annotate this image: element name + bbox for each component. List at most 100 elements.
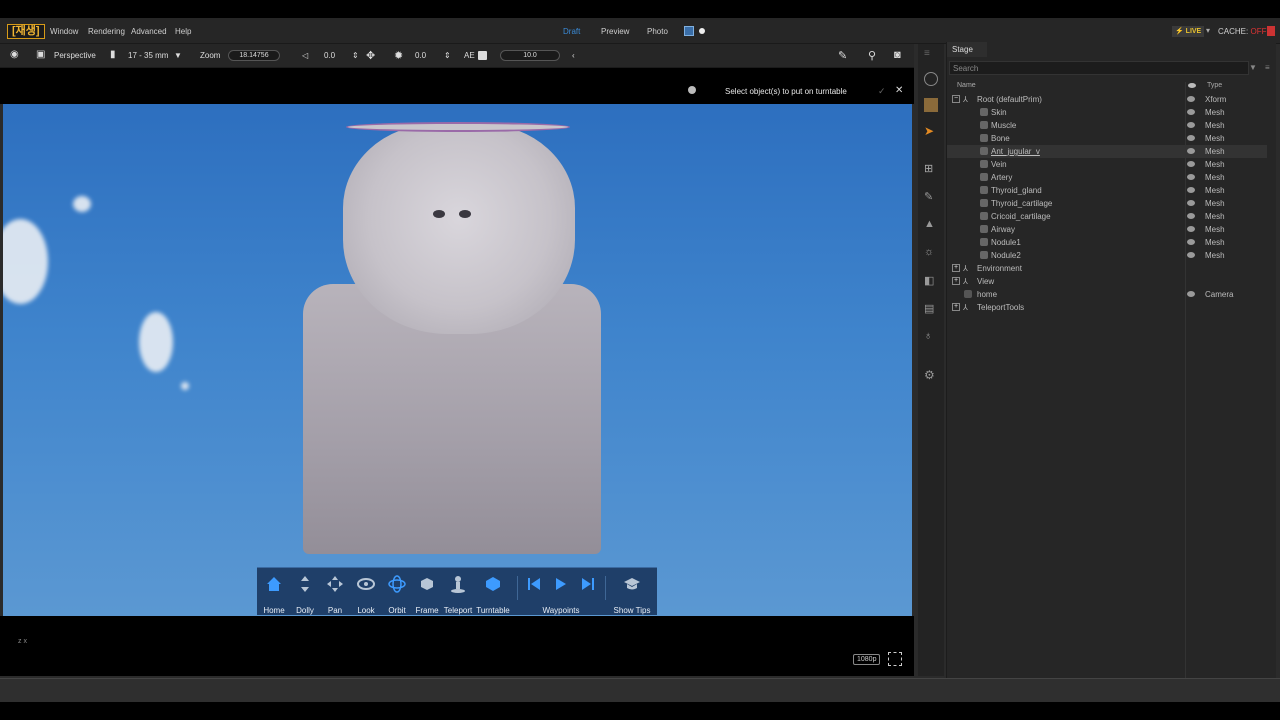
gear-icon[interactable]: ⚙: [924, 368, 938, 382]
next-waypoint-icon[interactable]: [581, 575, 595, 593]
collapse-toggle[interactable]: −: [952, 95, 960, 103]
stage-search-input[interactable]: Search: [949, 61, 1249, 75]
visibility-icon[interactable]: [1187, 135, 1195, 141]
stepper-icon[interactable]: ⇕: [352, 51, 359, 60]
col-visibility-icon[interactable]: [1188, 83, 1196, 88]
zoom-field[interactable]: 18.14756: [228, 50, 280, 61]
visibility-icon[interactable]: [1187, 96, 1195, 102]
camera-icon[interactable]: ▣: [36, 49, 45, 60]
pointer-icon[interactable]: ➤: [924, 124, 938, 138]
pin-icon[interactable]: ⚲: [868, 49, 876, 62]
cache-status[interactable]: CACHE: OFF: [1218, 27, 1266, 36]
render-settings-icon[interactable]: [684, 26, 694, 36]
speaker-icon[interactable]: ◁: [302, 51, 308, 60]
nav-orbit[interactable]: Orbit: [383, 568, 411, 616]
pen-icon[interactable]: ✎: [838, 49, 847, 62]
exposure-slider[interactable]: 10.0: [500, 50, 560, 61]
col-name[interactable]: Name: [957, 82, 976, 89]
nav-turntable[interactable]: Turntable: [475, 568, 511, 616]
compass-icon[interactable]: [924, 72, 938, 86]
play-icon[interactable]: [554, 575, 568, 593]
tree-row-muscle[interactable]: Muscle Mesh: [947, 119, 1267, 132]
nav-pan[interactable]: Pan: [321, 568, 349, 616]
eye-menu-icon[interactable]: ◉: [10, 49, 19, 60]
filter-icon[interactable]: ▼: [1249, 63, 1257, 72]
expand-toggle[interactable]: +: [952, 303, 960, 311]
tree-row-teleport-tools[interactable]: + ⅄ TeleportTools: [947, 301, 1267, 314]
nav-dolly[interactable]: Dolly: [291, 568, 319, 616]
aperture-icon[interactable]: ✹: [394, 49, 403, 62]
visibility-icon[interactable]: [1187, 200, 1195, 206]
tree-row-artery[interactable]: Artery Mesh: [947, 171, 1267, 184]
visibility-icon[interactable]: [1187, 148, 1195, 154]
menu-advanced[interactable]: Advanced: [131, 27, 167, 36]
visibility-icon[interactable]: [1187, 239, 1195, 245]
tree-row-vein[interactable]: Vein Mesh: [947, 158, 1267, 171]
screenshot-icon[interactable]: ◙: [894, 49, 901, 61]
cache-icon[interactable]: [1267, 26, 1275, 36]
lens-select[interactable]: 17 - 35 mm: [128, 51, 168, 60]
nav-waypoints[interactable]: Waypoints: [523, 568, 599, 616]
3d-viewport[interactable]: [3, 104, 912, 616]
resolution-badge[interactable]: 1080p: [853, 654, 881, 665]
visibility-icon[interactable]: [1187, 213, 1195, 219]
tree-row-view[interactable]: + ⅄ View: [947, 275, 1267, 288]
tree-row-nodule2[interactable]: Nodule2 Mesh: [947, 249, 1267, 262]
ruler-icon[interactable]: ✎: [924, 190, 938, 204]
tree-row-thyroid-cartilage[interactable]: Thyroid_cartilage Mesh: [947, 197, 1267, 210]
clapper-icon[interactable]: ▤: [924, 302, 938, 316]
prev-waypoint-icon[interactable]: [527, 575, 541, 593]
live-dropdown-icon[interactable]: ▾: [1206, 26, 1210, 35]
menu-help[interactable]: Help: [175, 27, 191, 36]
tree-row-airway[interactable]: Airway Mesh: [947, 223, 1267, 236]
menu-icon[interactable]: ≡: [924, 48, 938, 62]
lens-dropdown-icon[interactable]: ▼: [174, 51, 182, 60]
nav-teleport[interactable]: Teleport: [443, 568, 473, 616]
nav-frame[interactable]: Frame: [413, 568, 441, 616]
visibility-icon[interactable]: [1187, 187, 1195, 193]
tree-row-thyroid-gland[interactable]: Thyroid_gland Mesh: [947, 184, 1267, 197]
visibility-icon[interactable]: [1187, 252, 1195, 258]
tree-row-nodule1[interactable]: Nodule1 Mesh: [947, 236, 1267, 249]
fullscreen-icon[interactable]: [888, 652, 902, 666]
render-tab-photo[interactable]: Photo: [647, 27, 668, 36]
stepper2-icon[interactable]: ⇕: [444, 51, 451, 60]
live-toggle[interactable]: ⚡ LIVE: [1172, 26, 1205, 37]
menu-window[interactable]: Window: [50, 27, 78, 36]
stage-tab[interactable]: Stage: [947, 42, 987, 57]
visibility-icon[interactable]: [1187, 109, 1195, 115]
camera-select[interactable]: Perspective: [54, 51, 96, 60]
tree-row-environment[interactable]: + ⅄ Environment: [947, 262, 1267, 275]
visibility-icon[interactable]: [1187, 291, 1195, 297]
render-tab-preview[interactable]: Preview: [601, 27, 629, 36]
hierarchy-icon[interactable]: ⊞: [924, 162, 938, 176]
sun-icon[interactable]: ☼: [924, 246, 938, 260]
nav-home[interactable]: Home: [259, 568, 289, 616]
collapse-icon[interactable]: ‹: [572, 51, 575, 60]
tree-row-skin[interactable]: Skin Mesh: [947, 106, 1267, 119]
terrain-icon[interactable]: ▲: [924, 218, 938, 232]
options-icon[interactable]: ≡: [1265, 63, 1270, 72]
visibility-icon[interactable]: [1187, 174, 1195, 180]
col-type[interactable]: Type: [1207, 82, 1222, 89]
film-icon[interactable]: ▮: [110, 49, 116, 60]
close-icon[interactable]: ✕: [895, 85, 903, 96]
puzzle-icon[interactable]: [924, 98, 938, 112]
tree-row-cricoid-cartilage[interactable]: Cricoid_cartilage Mesh: [947, 210, 1267, 223]
nav-show-tips[interactable]: Show Tips: [609, 568, 655, 616]
tree-row-home[interactable]: home Camera: [947, 288, 1267, 301]
nav-look[interactable]: Look: [351, 568, 381, 616]
menu-rendering[interactable]: Rendering: [88, 27, 125, 36]
expand-toggle[interactable]: +: [952, 264, 960, 272]
tree-row-bone[interactable]: Bone Mesh: [947, 132, 1267, 145]
visibility-icon[interactable]: [1187, 122, 1195, 128]
record-dot-icon[interactable]: [699, 28, 705, 34]
tree-row-root[interactable]: − ⅄ Root (defaultPrim) Xform: [947, 93, 1267, 106]
move-icon[interactable]: ✥: [366, 49, 375, 62]
angle1-field[interactable]: 0.0: [324, 51, 335, 60]
confirm-icon[interactable]: ✓: [878, 86, 886, 97]
angle2-field[interactable]: 0.0: [415, 51, 426, 60]
material-icon[interactable]: ◧: [924, 274, 938, 288]
bulb-icon[interactable]: ♁: [924, 330, 938, 344]
visibility-icon[interactable]: [1187, 226, 1195, 232]
